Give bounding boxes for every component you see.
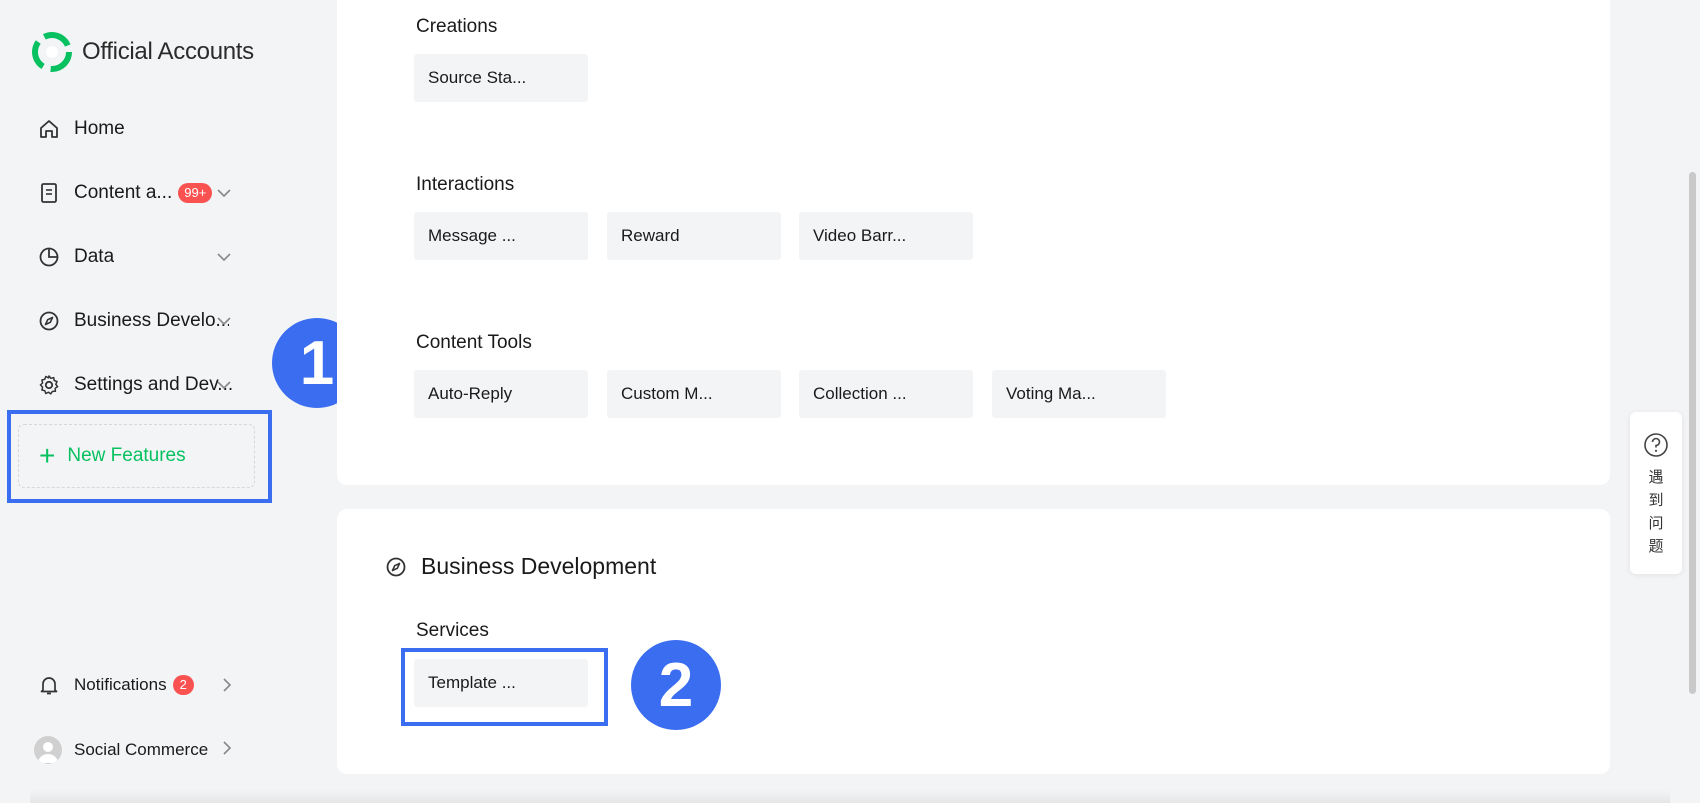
scrollbar-thumb[interactable] (1689, 172, 1696, 694)
compass-icon (38, 310, 60, 332)
sidebar-item-label: Settings and Dev... (74, 374, 234, 395)
section-title-content-tools: Content Tools (416, 332, 532, 353)
sidebar-item-business-development[interactable]: Business Develo... (38, 301, 238, 341)
home-icon (38, 118, 60, 140)
social-commerce-label: Social Commerce (74, 740, 209, 759)
tile-source-statement[interactable]: Source Sta... (414, 54, 588, 102)
chevron-right-icon (223, 678, 232, 692)
bottom-shadow (30, 790, 1670, 803)
section-title-services: Services (416, 620, 489, 641)
notifications-item[interactable]: Notifications 2 (38, 674, 232, 696)
sidebar-item-label: Business Develo... (74, 310, 229, 331)
tile-message[interactable]: Message ... (414, 212, 588, 260)
chevron-down-icon[interactable] (216, 377, 232, 393)
business-development-header: Business Development (385, 553, 656, 580)
annotation-step-2: 2 (631, 640, 721, 730)
tile-video-barrage[interactable]: Video Barr... (799, 212, 973, 260)
section-title-interactions: Interactions (416, 174, 515, 195)
tile-reward[interactable]: Reward (607, 212, 781, 260)
business-development-title: Business Development (421, 553, 657, 579)
document-icon (38, 182, 60, 204)
help-button[interactable]: 遇到问题 (1630, 412, 1682, 574)
app-title: Official Accounts (82, 38, 254, 65)
pie-chart-icon (38, 246, 60, 268)
sidebar-item-home[interactable]: Home (38, 109, 238, 149)
tile-voting-management[interactable]: Voting Ma... (992, 370, 1166, 418)
notifications-badge: 2 (172, 675, 194, 695)
chevron-down-icon[interactable] (216, 185, 232, 201)
sidebar: Official Accounts Home Content a... 99+ … (0, 0, 320, 803)
official-accounts-logo-icon (32, 32, 72, 72)
sidebar-item-content[interactable]: Content a... 99+ (38, 173, 238, 213)
plus-icon: + (39, 440, 56, 471)
sidebar-item-label: Data (74, 246, 115, 267)
notifications-label: Notifications (74, 675, 167, 694)
tile-custom-menu[interactable]: Custom M... (607, 370, 781, 418)
chevron-down-icon[interactable] (216, 249, 232, 265)
new-features-label: New Features (67, 445, 186, 466)
gear-icon (38, 374, 60, 396)
question-icon (1644, 433, 1668, 457)
sidebar-item-label: Content a... (74, 182, 173, 203)
sidebar-item-settings[interactable]: Settings and Dev... (38, 365, 238, 405)
content-badge: 99+ (178, 183, 213, 203)
chevron-down-icon[interactable] (216, 313, 232, 329)
social-commerce-item[interactable]: Social Commerce (34, 736, 232, 764)
sidebar-item-label: Home (74, 118, 125, 139)
app-logo[interactable]: Official Accounts (32, 32, 254, 72)
bell-icon (38, 674, 60, 696)
new-features-button[interactable]: + New Features (18, 424, 255, 488)
section-title-creations: Creations (416, 16, 498, 37)
compass-icon (385, 556, 407, 578)
help-label: 遇到问题 (1648, 468, 1664, 555)
tile-collection[interactable]: Collection ... (799, 370, 973, 418)
tile-auto-reply[interactable]: Auto-Reply (414, 370, 588, 418)
business-development-card (337, 509, 1610, 774)
tile-template-message[interactable]: Template ... (414, 659, 588, 707)
chevron-right-icon (223, 741, 232, 755)
avatar (34, 736, 62, 764)
sidebar-item-data[interactable]: Data (38, 237, 238, 277)
